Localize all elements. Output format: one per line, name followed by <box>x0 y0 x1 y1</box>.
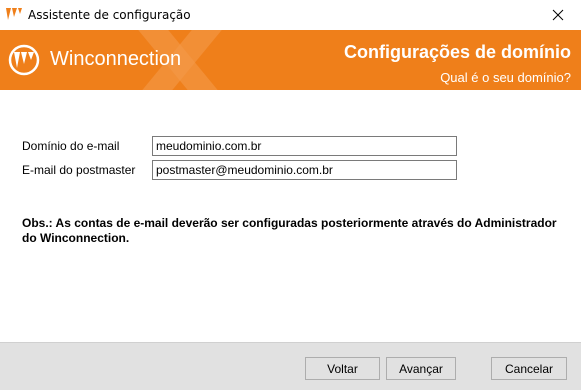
button-bar: Voltar Avançar Cancelar <box>0 342 581 390</box>
domain-label: Domínio do e-mail <box>22 139 120 153</box>
page-title: Configurações de domínio <box>343 42 571 62</box>
next-button[interactable]: Avançar <box>386 357 456 380</box>
header-banner: Winconnection Configurações de domínio Q… <box>0 30 581 90</box>
postmaster-label: E-mail do postmaster <box>22 163 136 177</box>
domain-input[interactable]: meudominio.com.br <box>152 136 457 156</box>
page-subtitle: Qual é o seu domínio? <box>440 70 571 85</box>
back-button[interactable]: Voltar <box>305 357 380 380</box>
postmaster-input[interactable]: postmaster@meudominio.com.br <box>152 160 457 180</box>
close-icon <box>552 9 564 21</box>
window-title: Assistente de configuração <box>28 8 191 22</box>
title-bar: Assistente de configuração <box>0 0 581 30</box>
winconnection-logo-icon <box>8 44 40 76</box>
brand-name: Winconnection <box>50 48 182 70</box>
close-button[interactable] <box>535 0 581 30</box>
winconnection-app-icon <box>6 8 22 20</box>
info-note: Obs.: As contas de e-mail deverão ser co… <box>22 216 557 245</box>
cancel-button[interactable]: Cancelar <box>491 357 567 380</box>
